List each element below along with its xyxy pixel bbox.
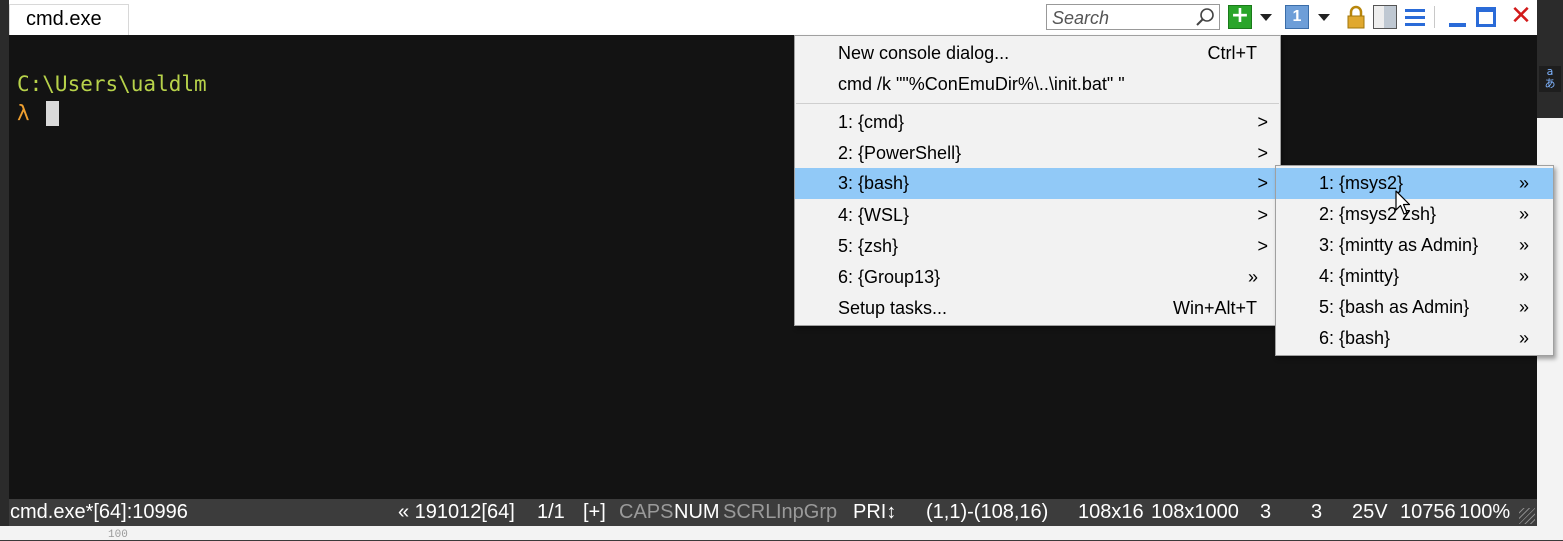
submenu-arrow-icon: > — [1257, 205, 1268, 225]
submenu-item-msys2[interactable]: 1: {msys2} » — [1276, 168, 1553, 199]
double-chevron-icon: » — [1518, 266, 1529, 286]
text-cursor — [46, 101, 59, 126]
menu-icon[interactable] — [1403, 5, 1427, 29]
toolbar-divider — [1434, 6, 1435, 28]
submenu-item-bash[interactable]: 6: {bash} » — [1276, 323, 1553, 354]
status-selection[interactable]: (1,1)-(108,16) — [926, 499, 1048, 526]
menu-item-zsh[interactable]: 5: {zsh} > — [795, 231, 1280, 262]
console-prompt: λ — [17, 101, 30, 125]
status-num: NUM — [674, 501, 720, 523]
maximize-icon[interactable] — [1476, 7, 1496, 27]
console-number-icon[interactable]: 1 — [1285, 5, 1309, 29]
menu-item-group13[interactable]: 6: {Group13} » — [795, 262, 1280, 293]
status-value-2[interactable]: 3 — [1311, 499, 1322, 526]
submenu-item-msys2-zsh[interactable]: 2: {msys2 zsh} » — [1276, 199, 1553, 230]
menu-separator — [796, 103, 1279, 104]
submenu-item-mintty-admin[interactable]: 3: {mintty as Admin} » — [1276, 230, 1553, 261]
menu-item-default-task[interactable]: cmd /k ""%ConEmuDir%\..\init.bat" " — [795, 69, 1280, 100]
tab-bar: cmd.exe + 1 ✕ — [9, 0, 1537, 35]
menu-item-bash[interactable]: 3: {bash} > — [795, 168, 1280, 199]
status-caps: CAPS — [619, 501, 674, 523]
console-list-dropdown-icon[interactable] — [1318, 14, 1330, 21]
double-chevron-icon: » — [1518, 328, 1529, 348]
status-scrl: SCRL — [723, 501, 777, 523]
background-editor-strip: 100 — [0, 526, 1563, 541]
menu-item-new-console-dialog[interactable]: New console dialog... Ctrl+T — [795, 38, 1280, 69]
search-box[interactable] — [1046, 4, 1220, 30]
resize-grip-icon[interactable] — [1519, 508, 1535, 524]
mouse-pointer-icon — [1395, 190, 1411, 215]
submenu-arrow-icon: > — [1257, 112, 1268, 132]
status-bar: cmd.exe*[64]:10996 « 191012[64] 1/1 [+] … — [9, 499, 1537, 526]
status-zoom[interactable]: 100% — [1459, 499, 1510, 526]
status-size[interactable]: 108x16 — [1078, 499, 1144, 526]
double-chevron-icon: » — [1247, 267, 1258, 287]
status-pages[interactable]: 1/1 — [537, 499, 565, 526]
status-build[interactable]: « 191012[64] — [398, 499, 515, 526]
ime-indicator-icon: aあ — [1539, 66, 1561, 92]
search-icon[interactable] — [1195, 7, 1215, 27]
new-console-menu: New console dialog... Ctrl+T cmd /k ""%C… — [794, 35, 1281, 326]
console-path: C:\Users\ualdlm — [17, 72, 207, 96]
background-line-number: 100 — [108, 529, 128, 541]
split-view-icon[interactable] — [1373, 5, 1397, 29]
lock-icon[interactable] — [1344, 5, 1368, 29]
status-inpgrp[interactable]: InpGrp — [776, 499, 837, 526]
menu-item-powershell[interactable]: 2: {PowerShell} > — [795, 138, 1280, 169]
new-console-icon[interactable]: + — [1228, 5, 1252, 29]
status-value-1[interactable]: 3 — [1260, 499, 1271, 526]
double-chevron-icon: » — [1518, 173, 1529, 193]
close-icon[interactable]: ✕ — [1509, 3, 1533, 29]
status-priority[interactable]: PRI↕ — [853, 499, 896, 526]
submenu-arrow-icon: > — [1257, 173, 1268, 193]
double-chevron-icon: » — [1518, 204, 1529, 224]
submenu-arrow-icon: > — [1257, 143, 1268, 163]
double-chevron-icon: » — [1518, 235, 1529, 255]
search-input[interactable] — [1050, 6, 1194, 30]
menu-item-wsl[interactable]: 4: {WSL} > — [795, 200, 1280, 231]
desktop-background-left — [0, 0, 9, 540]
status-buffer[interactable]: 108x1000 — [1151, 499, 1239, 526]
status-pid[interactable]: 10756 — [1400, 499, 1456, 526]
submenu-item-mintty[interactable]: 4: {mintty} » — [1276, 261, 1553, 292]
submenu-item-bash-admin[interactable]: 5: {bash as Admin} » — [1276, 292, 1553, 323]
new-console-dropdown-icon[interactable] — [1260, 14, 1272, 21]
minimize-icon[interactable] — [1446, 5, 1470, 29]
status-title[interactable]: cmd.exe*[64]:10996 — [10, 499, 188, 526]
status-plus[interactable]: [+] — [583, 499, 606, 526]
status-mode[interactable]: 25V — [1352, 499, 1388, 526]
tab-cmd[interactable]: cmd.exe — [9, 4, 129, 35]
submenu-arrow-icon: > — [1257, 236, 1268, 256]
bash-submenu: 1: {msys2} » 2: {msys2 zsh} » 3: {mintty… — [1275, 165, 1554, 356]
desktop-background-right-top — [1537, 0, 1563, 118]
double-chevron-icon: » — [1518, 297, 1529, 317]
menu-item-cmd[interactable]: 1: {cmd} > — [795, 107, 1280, 138]
menu-item-setup-tasks[interactable]: Setup tasks... Win+Alt+T — [795, 293, 1280, 324]
